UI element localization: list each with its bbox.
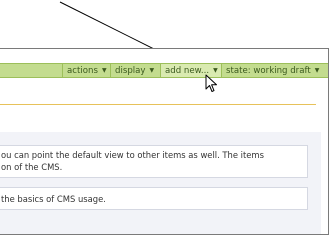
header-divider <box>0 104 316 105</box>
caret-down-icon: ▼ <box>149 67 155 74</box>
state-menu-label: state: working draft <box>226 66 311 76</box>
content-area: ou can point the default view to other i… <box>0 132 321 234</box>
actions-menu[interactable]: actions ▼ <box>62 64 110 77</box>
caret-down-icon: ▼ <box>314 67 320 74</box>
cms-window: actions ▼ display ▼ add new... ▼ state: wor… <box>0 48 329 235</box>
caret-down-icon: ▼ <box>101 67 107 74</box>
display-menu[interactable]: display ▼ <box>110 64 160 77</box>
info-box: the basics of CMS usage. <box>0 187 308 210</box>
info-box-line: the basics of CMS usage. <box>1 194 106 204</box>
display-menu-label: display <box>115 66 146 76</box>
add-new-menu-label: add new... <box>165 66 210 76</box>
state-menu[interactable]: state: working draft ▼ <box>221 64 328 77</box>
info-box-line: ou can point the default view to other i… <box>1 150 264 160</box>
mouse-pointer-icon <box>205 74 217 92</box>
actions-menu-label: actions <box>67 66 98 76</box>
content-toolbar: actions ▼ display ▼ add new... ▼ state: wor… <box>0 63 328 78</box>
info-box: ou can point the default view to other i… <box>0 145 308 178</box>
info-box-line: on of the CMS. <box>1 162 63 172</box>
